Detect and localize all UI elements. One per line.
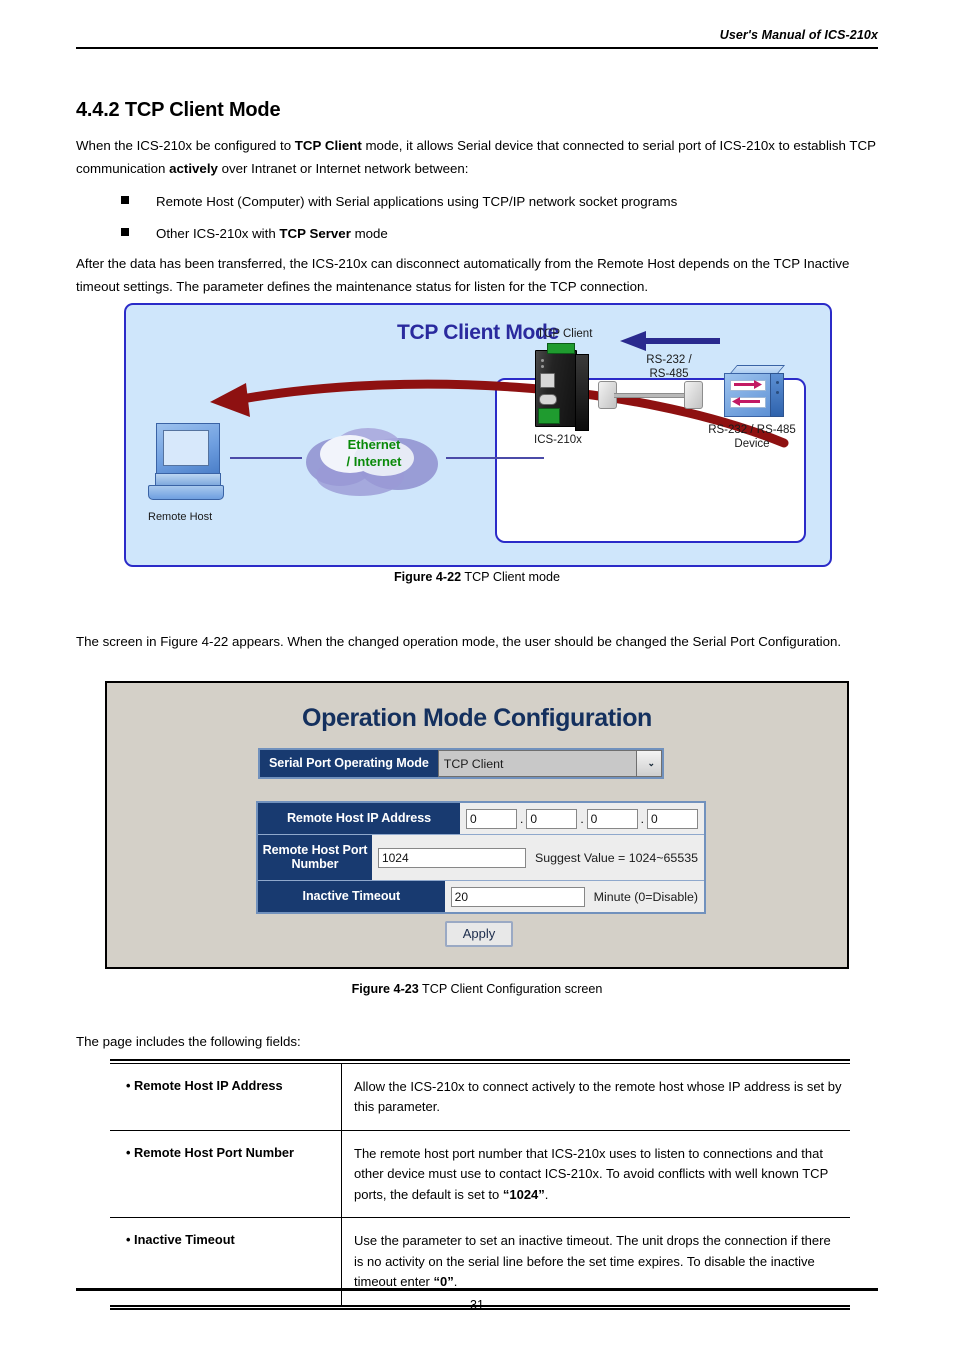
inactive-timeout-label: Inactive Timeout	[258, 881, 445, 912]
remote-host-label: Remote Host	[148, 511, 213, 523]
intro-paragraph-1: When the ICS-210x be configured to TCP C…	[76, 134, 876, 180]
tcp-client-device-label: TCP Client	[537, 328, 593, 340]
serial-standard-label: RS-232 / RS-485	[623, 353, 715, 381]
field-description-cell: Allow the ICS-210x to connect actively t…	[342, 1064, 850, 1130]
tcp-client-emphasis: TCP Client	[294, 138, 362, 153]
list-item: Remote Host (Computer) with Serial appli…	[76, 190, 876, 213]
footer-divider	[76, 1288, 878, 1291]
manual-title: User's Manual of ICS-210x	[719, 28, 878, 42]
square-bullet-icon	[121, 196, 129, 204]
table-row: Remote Host IP Address . . .	[258, 803, 704, 835]
intro-paragraph-2: After the data has been transferred, the…	[76, 256, 850, 294]
ip-octet-4-input[interactable]	[647, 808, 698, 829]
tcp-client-mode-diagram: TCP Client Mode Remote Host Ethernet / I…	[124, 303, 832, 567]
figure-4-23-number: Figure 4-23	[351, 982, 419, 996]
serial-direction-arrow-icon	[620, 331, 720, 351]
rs-device-label-line2: Device	[734, 438, 770, 450]
intro-p1-text-3: over Intranet or Internet network betwee…	[217, 161, 469, 176]
screen-paragraph: The screen in Figure 4-22 appears. When …	[76, 634, 842, 649]
inactive-timeout-value: Minute (0=Disable)	[444, 881, 704, 912]
operation-mode-configuration-screen: Operation Mode Configuration Serial Port…	[105, 681, 849, 969]
apply-button[interactable]: Apply	[444, 921, 514, 947]
serial-standard-line2: RS-485	[649, 368, 689, 380]
serial-port-operating-mode-value: TCP Client	[443, 756, 504, 771]
figure-4-23-text: TCP Client Configuration screen	[418, 982, 603, 996]
fields-description-table: • Remote Host IP Address Allow the ICS-2…	[110, 1059, 850, 1310]
serial-port-operating-mode-select[interactable]: TCP Client ⌄	[437, 750, 662, 777]
internet-cloud-icon: Ethernet / Internet	[298, 418, 450, 498]
field-desc-tail: .	[453, 1274, 458, 1289]
table-row: Inactive Timeout Minute (0=Disable)	[258, 881, 704, 912]
field-name-cell: • Inactive Timeout	[110, 1218, 342, 1305]
remote-host-ip-address-label: Remote Host IP Address	[258, 803, 460, 834]
ip-separator-2: .	[580, 811, 584, 826]
port-number-hint: Suggest Value = 1024~65535	[534, 850, 698, 865]
figure-4-22-number: Figure 4-22	[393, 570, 462, 584]
table-top-rule-1	[110, 1059, 850, 1061]
figure-4-22-text: TCP Client mode	[461, 570, 561, 584]
remote-host-port-number-input[interactable]	[377, 847, 526, 868]
cloud-label-line1: Ethernet	[347, 437, 401, 452]
bullet-2-text-2: mode	[350, 226, 388, 241]
bullet-1-text: Remote Host (Computer) with Serial appli…	[156, 194, 678, 209]
apply-button-container: Apply	[256, 921, 702, 947]
field-desc-emphasis: “1024”	[502, 1186, 545, 1202]
field-desc-tail: .	[544, 1186, 549, 1202]
bullet-list: Remote Host (Computer) with Serial appli…	[76, 190, 876, 254]
field-name-cell: • Remote Host IP Address	[110, 1063, 342, 1130]
page-header: User's Manual of ICS-210x	[76, 28, 878, 49]
field-desc-text: Allow the ICS-210x to connect actively t…	[354, 1078, 842, 1115]
rs-device-label-line1: RS-232 / RS-485	[708, 424, 796, 436]
header-divider	[76, 47, 878, 49]
field-name-cell: • Remote Host Port Number	[110, 1130, 342, 1217]
ip-octet-3-input[interactable]	[586, 808, 638, 829]
field-desc-text: Use the parameter to set an inactive tim…	[354, 1233, 831, 1289]
ip-octet-1-input[interactable]	[465, 808, 517, 829]
section-heading: 4.4.2 TCP Client Mode	[76, 99, 281, 121]
list-item: Other ICS-210x with TCP Server mode	[76, 222, 876, 245]
remote-host-ip-address-value: . . .	[459, 803, 704, 834]
remote-host-port-number-value: Suggest Value = 1024~65535	[371, 835, 704, 880]
field-desc-emphasis: “0”	[433, 1274, 454, 1289]
bullet-2-text-1: Other ICS-210x with	[156, 226, 280, 241]
document-page: User's Manual of ICS-210x 4.4.2 TCP Clie…	[0, 0, 954, 1350]
bullet-2-text: Other ICS-210x with TCP Server mode	[156, 222, 388, 245]
actively-emphasis: actively	[169, 161, 218, 176]
remote-host-port-number-label: Remote Host Port Number	[258, 835, 372, 880]
page-number: -31-	[465, 1298, 489, 1312]
intro-p1-text-1: When the ICS-210x be configured to	[76, 138, 295, 153]
field-description-cell: The remote host port number that ICS-210…	[342, 1131, 850, 1218]
chevron-down-icon[interactable]: ⌄	[635, 751, 661, 776]
serial-port-operating-mode-row: Serial Port Operating Mode TCP Client ⌄	[258, 748, 664, 779]
field-desc-text: The remote host port number that ICS-210…	[354, 1145, 829, 1202]
network-link-right	[446, 457, 544, 459]
serial-port-operating-mode-label: Serial Port Operating Mode	[260, 750, 438, 777]
table-row: Remote Host Port Number Suggest Value = …	[258, 835, 704, 881]
ics-210x-label: ICS-210x	[534, 434, 582, 446]
ip-separator-3: .	[640, 811, 644, 826]
square-bullet-icon	[121, 228, 129, 236]
tcp-server-emphasis: TCP Server	[279, 226, 351, 241]
table-row: • Remote Host IP Address Allow the ICS-2…	[110, 1063, 850, 1131]
table-row: • Inactive Timeout Use the parameter to …	[110, 1218, 850, 1306]
figure-4-23-caption: Figure 4-23 TCP Client Configuration scr…	[0, 982, 954, 996]
fields-intro-paragraph: The page includes the following fields:	[76, 1034, 301, 1049]
rs-device-label: RS-232 / RS-485 Device	[696, 423, 808, 451]
config-page-title: Operation Mode Configuration	[302, 704, 652, 732]
ip-octet-2-input[interactable]	[526, 808, 578, 829]
tcp-client-settings-table: Remote Host IP Address . . . Remote Host…	[256, 801, 706, 914]
inactive-timeout-hint: Minute (0=Disable)	[593, 889, 698, 904]
table-row: • Remote Host Port Number The remote hos…	[110, 1130, 850, 1218]
ip-separator-1: .	[519, 811, 524, 826]
field-description-cell: Use the parameter to set an inactive tim…	[342, 1218, 850, 1305]
network-link-left	[230, 457, 302, 459]
serial-standard-line1: RS-232 /	[646, 354, 692, 366]
cloud-label-line2: / Internet	[346, 454, 402, 469]
inactive-timeout-input[interactable]	[450, 886, 585, 907]
figure-4-22-caption: Figure 4-22 TCP Client mode	[0, 570, 954, 584]
